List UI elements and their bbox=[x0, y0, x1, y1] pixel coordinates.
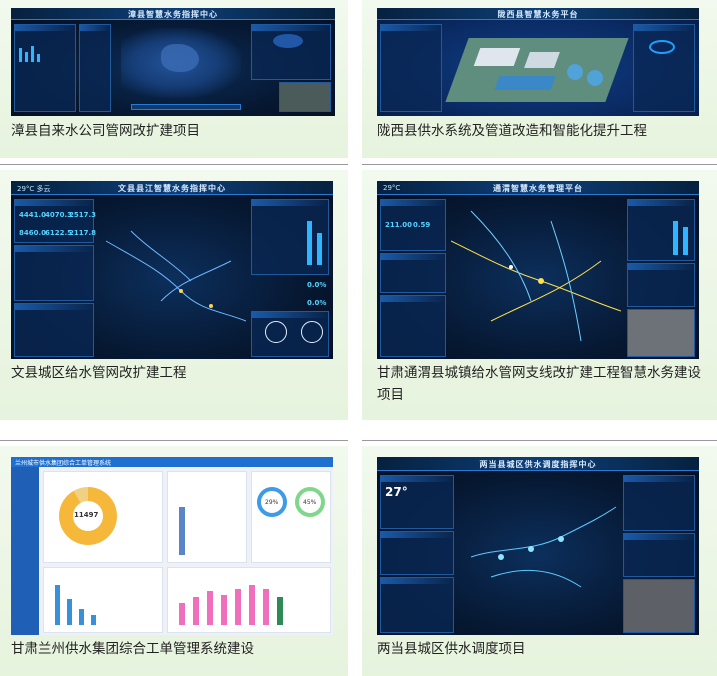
screen-title: 兰州城市供水集团综合工单管理系统 bbox=[15, 460, 112, 467]
project-screenshot-lanzhou[interactable]: 兰州城市供水集团综合工单管理系统 11497 29% 45% bbox=[11, 457, 333, 635]
project-screenshot-longxi[interactable]: 陇西县智慧水务平台 bbox=[377, 8, 699, 116]
ring-2-value: 45% bbox=[303, 499, 317, 506]
screen-title: 通渭智慧水务管理平台 bbox=[493, 184, 583, 193]
project-screenshot-zhangxian[interactable]: 漳县智慧水务指挥中心 bbox=[11, 8, 335, 116]
separator-row-1-left bbox=[0, 164, 348, 165]
project-caption: 甘肃通渭县城镇给水管网支线改扩建工程智慧水务建设项目 bbox=[377, 365, 701, 403]
separator-row-1-right bbox=[362, 164, 717, 165]
project-caption: 陇西县供水系统及管道改造和智能化提升工程 bbox=[377, 123, 647, 139]
screen-title: 漳县智慧水务指挥中心 bbox=[128, 10, 218, 19]
temperature-readout: 27° bbox=[385, 485, 408, 499]
separator-row-2-right bbox=[362, 440, 717, 441]
ring-1-value: 29% bbox=[265, 499, 279, 506]
donut-total: 11497 bbox=[74, 511, 99, 519]
project-caption: 两当县城区供水调度项目 bbox=[377, 641, 526, 657]
project-screenshot-wenxian[interactable]: 29°C 多云 文县县江智慧水务指挥中心 4441.0 4070.3 2517.… bbox=[11, 181, 333, 359]
project-caption: 文县城区给水管网改扩建工程 bbox=[11, 365, 187, 381]
screen-title: 两当县城区供水调度指挥中心 bbox=[479, 460, 597, 469]
project-caption: 甘肃兰州供水集团综合工单管理系统建设 bbox=[11, 641, 254, 657]
screen-title: 文县县江智慧水务指挥中心 bbox=[118, 184, 226, 193]
screen-title: 陇西县智慧水务平台 bbox=[497, 10, 579, 19]
project-screenshot-liangdang[interactable]: 两当县城区供水调度指挥中心 27° bbox=[377, 457, 699, 635]
project-screenshot-tongwei[interactable]: 29°C 通渭智慧水务管理平台 211.00 0.59 bbox=[377, 181, 699, 359]
project-caption: 漳县自来水公司管网改扩建项目 bbox=[11, 123, 200, 139]
separator-row-2-left bbox=[0, 440, 348, 441]
